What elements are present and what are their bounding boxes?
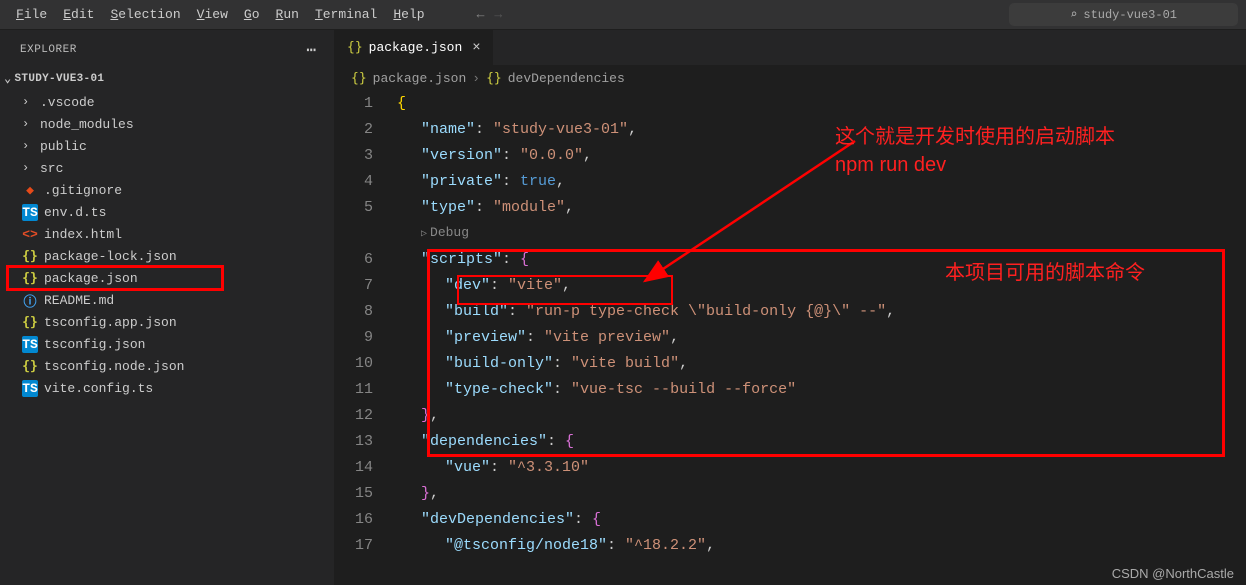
folder-label: .vscode (40, 95, 95, 110)
watermark: CSDN @NorthCastle (1112, 566, 1234, 581)
folder-public[interactable]: › public (0, 135, 334, 157)
code-line: "private": true, (391, 169, 1246, 195)
code-line: "scripts": { (391, 247, 1246, 273)
json-file-icon: {} (347, 40, 363, 55)
code-line: }, (391, 481, 1246, 507)
file-tsconfig-json[interactable]: TS tsconfig.json (0, 333, 334, 355)
menu-run[interactable]: Run (268, 3, 307, 26)
code-line: "type-check": "vue-tsc --build --force" (391, 377, 1246, 403)
file-tree: › .vscode › node_modules › public › src◆ .gitign… (0, 89, 334, 401)
explorer-more-icon[interactable]: ⋯ (306, 40, 318, 60)
code-line: "version": "0.0.0", (391, 143, 1246, 169)
menubar: FileEditSelectionViewGoRunTerminalHelp ←… (0, 0, 1246, 30)
close-icon[interactable]: × (472, 40, 480, 56)
code-line: "name": "study-vue3-01", (391, 117, 1246, 143)
code-line: "build-only": "vite build", (391, 351, 1246, 377)
tscfg-icon: TS (22, 336, 38, 353)
code-line: { (391, 91, 1246, 117)
html-icon: <> (22, 227, 38, 242)
file-label: index.html (44, 227, 122, 242)
folder-label: public (40, 139, 87, 154)
code-line: }, (391, 403, 1246, 429)
tab-package-json[interactable]: {} package.json × (335, 30, 494, 65)
menu-selection[interactable]: Selection (102, 3, 188, 26)
search-label: study-vue3-01 (1083, 8, 1177, 22)
file-label: package-lock.json (44, 249, 177, 264)
project-name: STUDY-VUE3-01 (15, 73, 105, 85)
file--gitignore[interactable]: ◆ .gitignore (0, 179, 334, 201)
git-icon: ◆ (22, 183, 38, 198)
ts-icon: TS (22, 204, 38, 221)
line-gutter: 1234567891011121314151617 (335, 91, 391, 585)
breadcrumb[interactable]: {} package.json › {} devDependencies (335, 65, 1246, 91)
tab-label: package.json (369, 40, 463, 55)
tab-bar: {} package.json × (335, 30, 1246, 65)
breadcrumb-part: package.json (373, 71, 467, 86)
chevron-right-icon: › (472, 71, 480, 86)
file-label: .gitignore (44, 183, 122, 198)
folder-label: src (40, 161, 63, 176)
code-line: "preview": "vite preview", (391, 325, 1246, 351)
file-label: package.json (44, 271, 138, 286)
file-index-html[interactable]: <> index.html (0, 223, 334, 245)
folder-label: node_modules (40, 117, 134, 132)
code-line: "type": "module", (391, 195, 1246, 221)
code-line: "dependencies": { (391, 429, 1246, 455)
file-label: env.d.ts (44, 205, 106, 220)
menu-edit[interactable]: Edit (55, 3, 102, 26)
file-vite-config-ts[interactable]: TS vite.config.ts (0, 377, 334, 399)
editor-area: {} package.json × {} package.json › {} d… (335, 30, 1246, 585)
json-icon: {} (22, 315, 38, 330)
chevron-right-icon: › (22, 161, 34, 175)
explorer-title: EXPLORER (20, 44, 77, 56)
menu-go[interactable]: Go (236, 3, 268, 26)
file-env-d-ts[interactable]: TS env.d.ts (0, 201, 334, 223)
nav-back-icon[interactable]: ← (477, 7, 485, 22)
file-label: README.md (44, 293, 114, 308)
command-center[interactable]: ⌕ study-vue3-01 (1009, 3, 1238, 26)
folder-node_modules[interactable]: › node_modules (0, 113, 334, 135)
code-line: ▷Debug (391, 221, 1246, 247)
readme-icon: ⓘ (22, 291, 38, 310)
code-editor[interactable]: 1234567891011121314151617 {"name": "stud… (335, 91, 1246, 585)
folder--vscode[interactable]: › .vscode (0, 91, 334, 113)
chevron-right-icon: › (22, 95, 34, 109)
menu-view[interactable]: View (189, 3, 236, 26)
json-file-icon: {} (351, 71, 367, 86)
project-root[interactable]: ⌄ STUDY-VUE3-01 (0, 68, 334, 89)
json-icon: {} (22, 271, 38, 286)
file-package-json[interactable]: {} package.json (0, 267, 334, 289)
code-line: "vue": "^3.3.10" (391, 455, 1246, 481)
chevron-right-icon: › (22, 139, 34, 153)
file-tsconfig-node-json[interactable]: {} tsconfig.node.json (0, 355, 334, 377)
breadcrumb-part: devDependencies (508, 71, 625, 86)
code-line: "@tsconfig/node18": "^18.2.2", (391, 533, 1246, 559)
nav-arrows: ← → (477, 7, 503, 22)
menu-terminal[interactable]: Terminal (307, 3, 385, 26)
ts-icon: TS (22, 380, 38, 397)
file-label: vite.config.ts (44, 381, 153, 396)
file-label: tsconfig.app.json (44, 315, 177, 330)
folder-src[interactable]: › src (0, 157, 334, 179)
code-line: "dev": "vite", (391, 273, 1246, 299)
file-README-md[interactable]: ⓘ README.md (0, 289, 334, 311)
json-icon: {} (22, 359, 38, 374)
nav-forward-icon[interactable]: → (494, 7, 502, 22)
json-icon: {} (22, 249, 38, 264)
search-icon: ⌕ (1070, 7, 1077, 22)
file-package-lock-json[interactable]: {} package-lock.json (0, 245, 334, 267)
file-tsconfig-app-json[interactable]: {} tsconfig.app.json (0, 311, 334, 333)
menu-help[interactable]: Help (385, 3, 432, 26)
file-label: tsconfig.json (44, 337, 145, 352)
debug-codelens[interactable]: ▷Debug (421, 220, 469, 248)
code-line: "devDependencies": { (391, 507, 1246, 533)
json-object-icon: {} (486, 71, 502, 86)
code-content[interactable]: {"name": "study-vue3-01","version": "0.0… (391, 91, 1246, 585)
chevron-down-icon: ⌄ (4, 71, 12, 86)
chevron-right-icon: › (22, 117, 34, 131)
menu-file[interactable]: File (8, 3, 55, 26)
explorer-sidebar: EXPLORER ⋯ ⌄ STUDY-VUE3-01 › .vscode › node… (0, 30, 335, 585)
code-line: "build": "run-p type-check \"build-only … (391, 299, 1246, 325)
file-label: tsconfig.node.json (44, 359, 184, 374)
